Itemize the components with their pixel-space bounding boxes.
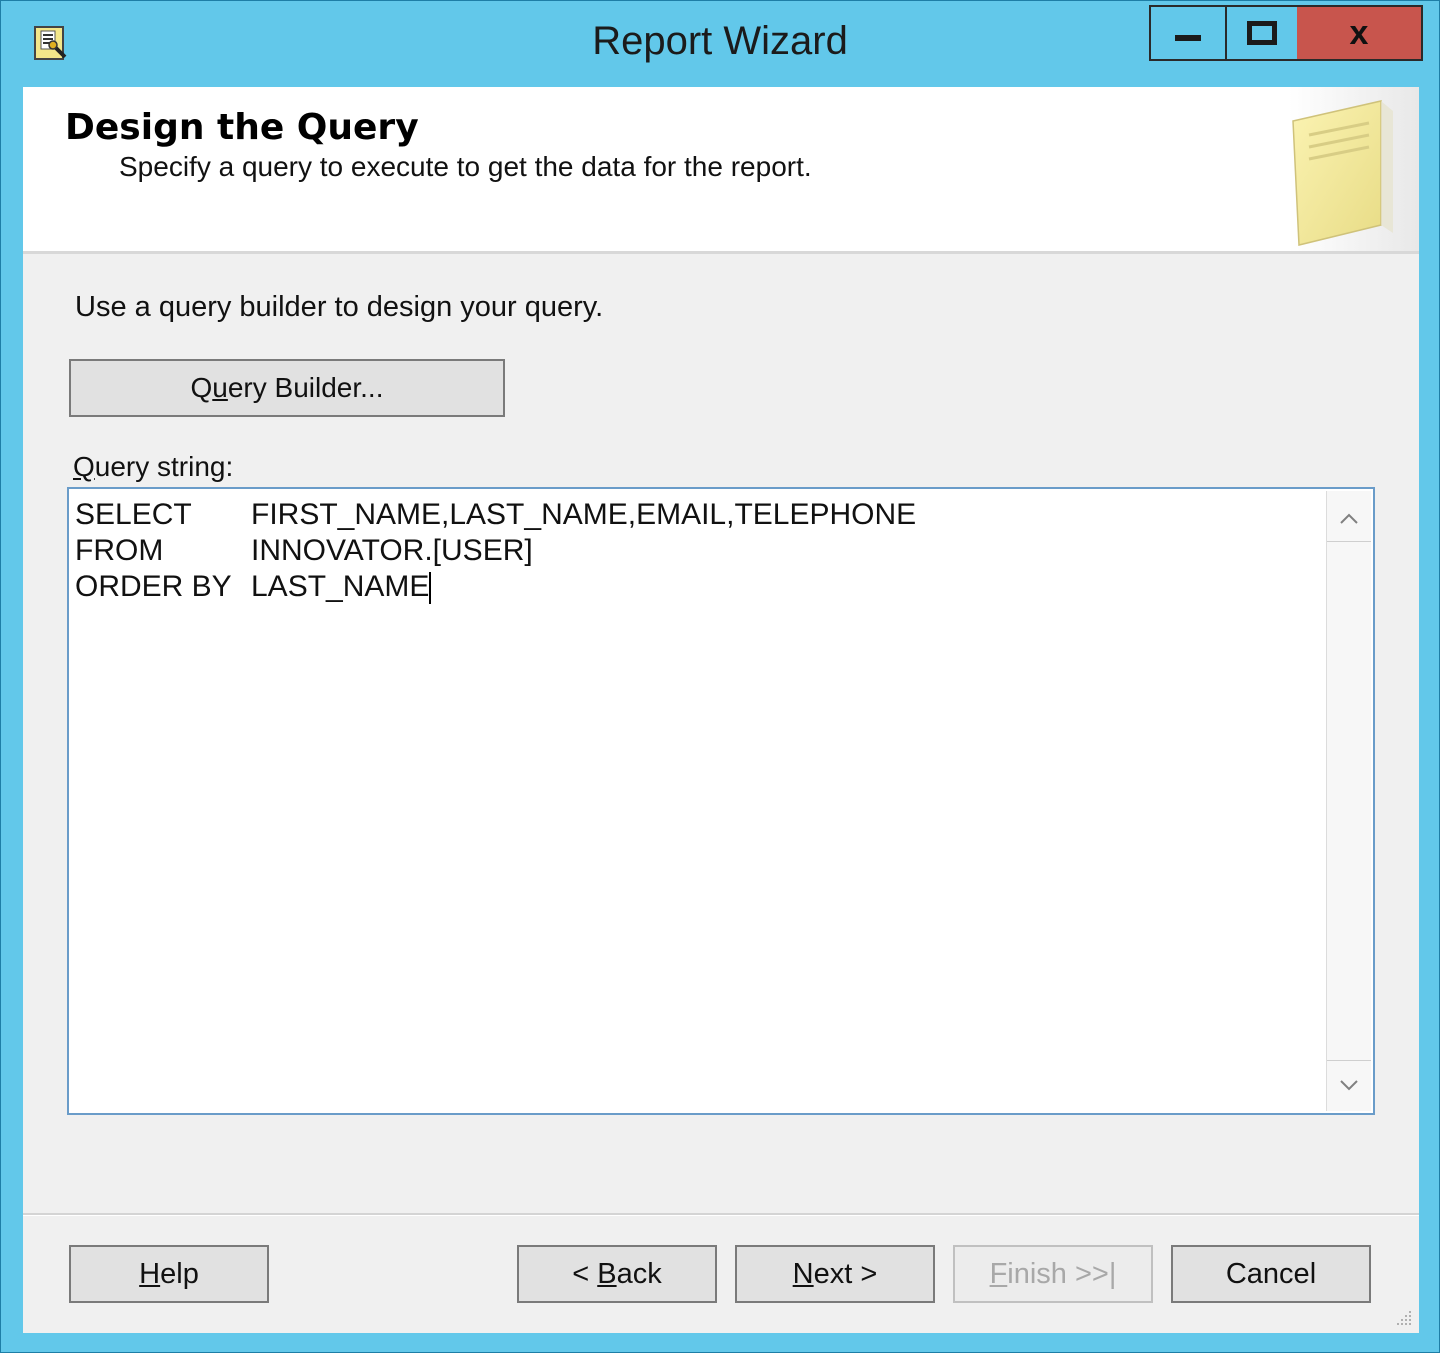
back-label: ack (616, 1257, 662, 1290)
query-string-mnemonic: Q (73, 451, 95, 482)
query-string-textarea[interactable]: SELECT FIRST_NAME,LAST_NAME,EMAIL,TELEPHO… (67, 487, 1375, 1115)
query-line: SELECT FIRST_NAME,LAST_NAME,EMAIL,TELEPHO… (75, 497, 916, 533)
query-builder-label-post: ery Builder... (227, 372, 384, 403)
next-label: ext > (813, 1257, 878, 1290)
back-mnemonic: B (597, 1257, 617, 1290)
wizard-client-area: Design the Query Specify a query to exec… (23, 87, 1419, 1333)
finish-button[interactable]: Finish >>| (953, 1245, 1153, 1303)
finish-mnemonic: F (989, 1257, 1008, 1290)
next-mnemonic: N (792, 1257, 814, 1290)
query-value: LAST_NAME (251, 570, 430, 603)
document-icon (1285, 93, 1405, 251)
close-button[interactable]: x (1297, 5, 1423, 61)
help-mnemonic: H (139, 1257, 161, 1290)
query-builder-button[interactable]: Qu ery Builder... (69, 359, 505, 417)
chevron-down-icon (1339, 1071, 1359, 1097)
cancel-label: Cancel (1225, 1257, 1317, 1290)
query-keyword: SELECT (75, 498, 192, 531)
maximize-button[interactable] (1225, 5, 1299, 61)
instruction-text: Use a query builder to design your query… (75, 291, 604, 323)
resize-grip-icon[interactable] (1391, 1305, 1413, 1327)
back-button[interactable]: < Back (517, 1245, 717, 1303)
query-keyword: ORDER BY (75, 570, 232, 603)
minimize-button[interactable] (1149, 5, 1225, 61)
next-button[interactable]: Next > (735, 1245, 935, 1303)
query-value: INNOVATOR.[USER] (251, 534, 533, 567)
help-label: elp (160, 1257, 199, 1290)
query-keyword: FROM (75, 534, 164, 567)
chevron-up-icon (1339, 505, 1359, 531)
report-wizard-window: Report Wizard x Design the Query Specify… (0, 0, 1440, 1353)
close-icon: x (1349, 13, 1369, 52)
back-label-pre: < (572, 1257, 598, 1290)
query-builder-mnemonic: u (212, 372, 228, 403)
title-bar[interactable]: Report Wizard x (1, 1, 1439, 87)
footer-separator (23, 1213, 1419, 1216)
vertical-scrollbar[interactable] (1326, 491, 1371, 1111)
query-text: SELECT FIRST_NAME,LAST_NAME,EMAIL,TELEPHO… (75, 497, 916, 605)
minimize-icon (1175, 35, 1201, 41)
wizard-header: Design the Query Specify a query to exec… (23, 87, 1419, 254)
query-line: ORDER BY LAST_NAME (75, 569, 916, 605)
query-value: FIRST_NAME,LAST_NAME,EMAIL,TELEPHONE (251, 498, 917, 531)
scroll-up-button[interactable] (1327, 495, 1371, 542)
cancel-button[interactable]: Cancel (1171, 1245, 1371, 1303)
page-subtitle: Specify a query to execute to get the da… (119, 151, 812, 182)
query-builder-label-pre: Q (190, 372, 213, 403)
finish-label: inish >>| (1007, 1257, 1117, 1290)
scroll-down-button[interactable] (1327, 1060, 1371, 1107)
query-string-label: Query string: (73, 451, 233, 483)
page-title: Design the Query (65, 107, 419, 148)
help-button[interactable]: Help (69, 1245, 269, 1303)
maximize-icon (1247, 21, 1277, 45)
query-string-label-text: uery string: (94, 451, 234, 482)
text-caret (429, 572, 432, 605)
query-line: FROM INNOVATOR.[USER] (75, 533, 916, 569)
